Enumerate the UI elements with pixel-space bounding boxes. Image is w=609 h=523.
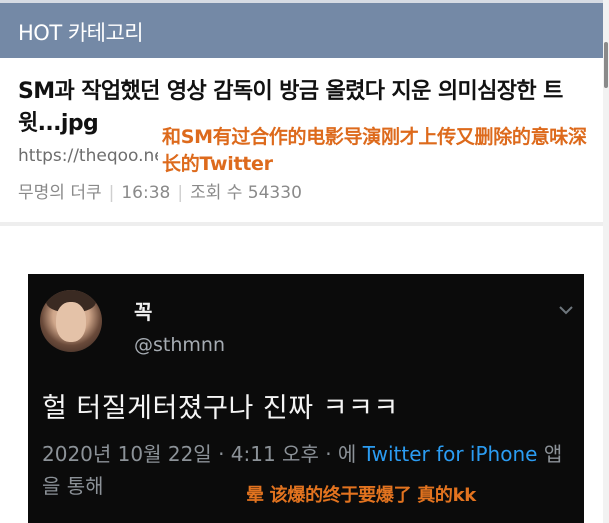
category-header: HOT 카테고리 — [0, 0, 603, 58]
meta-divider: | — [108, 183, 115, 203]
article-views: 조회 수 54330 — [190, 183, 302, 203]
category-title[interactable]: HOT 카테고리 — [18, 17, 144, 47]
article-time: 16:38 — [121, 183, 171, 203]
article-author: 무명의 더쿠 — [18, 183, 102, 203]
translation-caption-bottom: 晕 该爆的终于要爆了 真的kk — [246, 485, 476, 506]
scrollbar[interactable] — [603, 0, 609, 523]
translation-caption-top: 和SM有过合作的电影导演刚才上传又删除的意味深长的Twitter — [162, 124, 602, 178]
tweet-date: 2020년 10월 22일 · 4:11 오후 · 에 — [42, 442, 357, 466]
article-meta: 무명의 더쿠 | 16:38 | 조회 수 54330 — [18, 178, 302, 203]
scrollbar-thumb[interactable] — [604, 42, 608, 88]
avatar — [40, 290, 102, 352]
article-url[interactable]: https://theqoo.net — [18, 146, 158, 166]
section-divider — [0, 222, 603, 226]
tweet-display-name: 꼭 — [134, 300, 153, 324]
meta-divider: | — [177, 183, 184, 203]
avatar-face — [56, 302, 86, 342]
tweet-handle: @sthmnn — [134, 334, 225, 356]
chevron-down-icon — [559, 306, 573, 315]
tweet-text: 헐 터질게터졌구나 진짜 ㅋㅋㅋ — [42, 393, 399, 424]
tweet-source-link: Twitter for iPhone — [362, 442, 538, 466]
